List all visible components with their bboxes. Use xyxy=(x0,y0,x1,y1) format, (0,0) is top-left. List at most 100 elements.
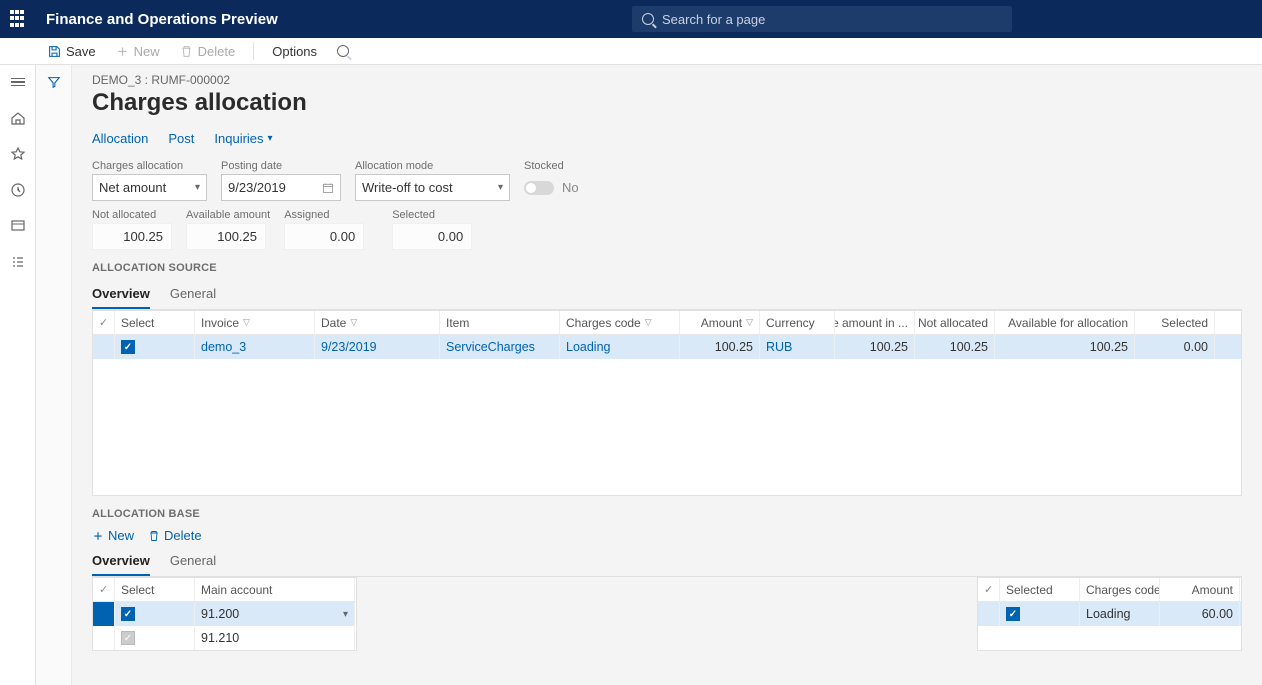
col-header-date[interactable]: Date▽ xyxy=(315,311,440,334)
cell-item[interactable]: ServiceCharges xyxy=(440,335,560,359)
posting-date-input[interactable]: 9/23/2019 xyxy=(221,174,341,201)
charges-grid-header: ✓ Selected Charges code Amount xyxy=(978,578,1241,602)
tab-general[interactable]: General xyxy=(170,280,216,309)
filter-rail xyxy=(36,65,72,685)
cell-select[interactable] xyxy=(115,602,195,626)
table-row[interactable]: demo_3 9/23/2019 ServiceCharges Loading … xyxy=(93,335,1241,359)
not-allocated-value: 100.25 xyxy=(92,223,172,250)
workspace-icon xyxy=(10,218,26,234)
section-allocation-base: ALLOCATION BASE xyxy=(92,508,1242,520)
nav-workspaces-button[interactable] xyxy=(7,215,29,237)
checkbox-checked-icon[interactable] xyxy=(121,607,135,621)
base-grid: ✓ Select Main account 91.200▾ 91.210 xyxy=(92,577,357,651)
cell-select[interactable] xyxy=(115,335,195,359)
cell-selected[interactable] xyxy=(1000,602,1080,626)
cell-date[interactable]: 9/23/2019 xyxy=(315,335,440,359)
col-header-amount-in[interactable]: The amount in ... xyxy=(835,311,915,334)
command-bar: Save New Delete Options xyxy=(0,38,1262,65)
chevron-down-icon[interactable]: ▾ xyxy=(343,609,354,620)
col-header-charges[interactable]: Charges code▽ xyxy=(560,311,680,334)
delete-label: Delete xyxy=(198,44,236,59)
table-row[interactable]: Loading 60.00 xyxy=(978,602,1241,626)
col-header-charges[interactable]: Charges code xyxy=(1080,578,1160,601)
allocation-mode-select[interactable]: Write-off to cost▾ xyxy=(355,174,510,201)
nav-favorites-button[interactable] xyxy=(7,143,29,165)
cell-selected: 0.00 xyxy=(1135,335,1215,359)
search-input[interactable] xyxy=(662,12,1002,27)
funnel-icon: ▽ xyxy=(243,317,250,328)
nav-home-button[interactable] xyxy=(7,107,29,129)
chevron-down-icon: ▾ xyxy=(195,182,200,193)
row-marker[interactable] xyxy=(93,626,115,650)
col-header-item[interactable]: Item xyxy=(440,311,560,334)
base-tabs: Overview General xyxy=(92,547,1242,577)
col-header-selected[interactable]: Selected xyxy=(1135,311,1215,334)
tab-overview[interactable]: Overview xyxy=(92,547,150,576)
cell-main-account[interactable]: 91.200▾ xyxy=(195,602,355,626)
find-button[interactable] xyxy=(329,42,357,60)
bottom-grids: ✓ Select Main account 91.200▾ 91.210 xyxy=(92,577,1242,651)
cell-not-allocated: 100.25 xyxy=(915,335,995,359)
cell-charges-code[interactable]: Loading xyxy=(560,335,680,359)
checkbox-checked-icon[interactable] xyxy=(121,340,135,354)
app-launcher-icon[interactable] xyxy=(10,10,28,28)
col-header-amount[interactable]: Amount▽ xyxy=(680,311,760,334)
col-header-currency[interactable]: Currency xyxy=(760,311,835,334)
options-button[interactable]: Options xyxy=(264,41,325,62)
field-allocation-mode: Allocation mode Write-off to cost▾ xyxy=(355,160,510,201)
col-header-invoice[interactable]: Invoice▽ xyxy=(195,311,315,334)
cell-amount-in: 100.25 xyxy=(835,335,915,359)
col-header-mark[interactable]: ✓ xyxy=(93,578,115,601)
charges-grid: ✓ Selected Charges code Amount Loading 6… xyxy=(977,577,1242,651)
source-grid: ✓ Select Invoice▽ Date▽ Item Charges cod… xyxy=(92,310,1242,496)
app-title: Finance and Operations Preview xyxy=(46,11,278,28)
action-post[interactable]: Post xyxy=(168,131,194,146)
cell-invoice[interactable]: demo_3 xyxy=(195,335,315,359)
save-button[interactable]: Save xyxy=(40,41,104,62)
nav-modules-button[interactable] xyxy=(7,251,29,273)
col-header-selected[interactable]: Selected xyxy=(1000,578,1080,601)
global-search[interactable] xyxy=(632,6,1012,32)
options-label: Options xyxy=(272,44,317,59)
tab-overview[interactable]: Overview xyxy=(92,280,150,309)
col-header-mark[interactable]: ✓ xyxy=(93,311,115,334)
filter-button[interactable] xyxy=(43,71,65,93)
new-button[interactable]: New xyxy=(108,41,168,62)
cell-currency[interactable]: RUB xyxy=(760,335,835,359)
tab-general[interactable]: General xyxy=(170,547,216,576)
charges-allocation-select[interactable]: Net amount▾ xyxy=(92,174,207,201)
col-header-available[interactable]: Available for allocation xyxy=(995,311,1135,334)
available-amount-value: 100.25 xyxy=(186,223,266,250)
row-marker[interactable] xyxy=(978,602,1000,626)
row-marker[interactable] xyxy=(93,602,115,626)
col-header-main-account[interactable]: Main account xyxy=(195,578,355,601)
stocked-toggle[interactable] xyxy=(524,181,554,195)
table-row[interactable]: 91.210 xyxy=(93,626,356,650)
field-posting-date: Posting date 9/23/2019 xyxy=(221,160,341,201)
col-header-not-allocated[interactable]: Not allocated xyxy=(915,311,995,334)
delete-button[interactable]: Delete xyxy=(172,41,244,62)
cell-amount: 60.00 xyxy=(1160,602,1240,626)
chevron-down-icon: ▾ xyxy=(498,182,503,193)
col-header-mark[interactable]: ✓ xyxy=(978,578,1000,601)
funnel-icon: ▽ xyxy=(746,317,753,328)
base-delete-button[interactable]: Delete xyxy=(148,528,202,543)
base-new-button[interactable]: New xyxy=(92,528,134,543)
row-marker[interactable] xyxy=(93,335,115,359)
cell-charges-code[interactable]: Loading xyxy=(1080,602,1160,626)
action-allocation[interactable]: Allocation xyxy=(92,131,148,146)
nav-menu-button[interactable] xyxy=(7,71,29,93)
cell-main-account[interactable]: 91.210 xyxy=(195,626,355,650)
nav-recent-button[interactable] xyxy=(7,179,29,201)
col-header-select[interactable]: Select xyxy=(115,578,195,601)
col-header-select[interactable]: Select xyxy=(115,311,195,334)
col-header-amount[interactable]: Amount xyxy=(1160,578,1240,601)
action-inquiries[interactable]: Inquiries▾ xyxy=(214,131,272,146)
cell-select[interactable] xyxy=(115,626,195,650)
checkbox-checked-icon[interactable] xyxy=(1006,607,1020,621)
table-row[interactable]: 91.200▾ xyxy=(93,602,356,626)
save-icon xyxy=(48,45,61,58)
field-not-allocated: Not allocated 100.25 xyxy=(92,209,172,250)
base-toolbar: New Delete xyxy=(92,528,1242,543)
selected-value: 0.00 xyxy=(392,223,472,250)
